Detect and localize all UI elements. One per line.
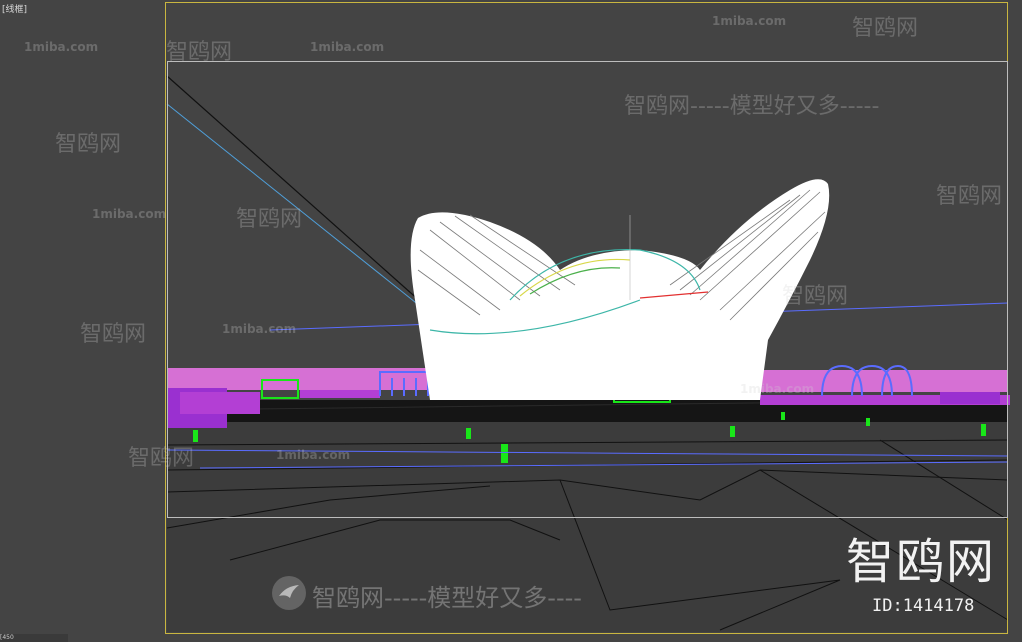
watermark-domain: 1miba.com [740, 382, 815, 396]
watermark-domain: 1miba.com [24, 40, 99, 54]
bird-logo-icon [272, 576, 306, 610]
viewport-shading-label[interactable]: [线框] [2, 4, 27, 16]
watermark-brand: 智鸥网 [782, 284, 849, 309]
watermark-bottom-slogan: 智鸥网-----模型好又多---- [312, 584, 582, 612]
watermark-brand: 智鸥网 [128, 446, 195, 471]
model-id-text: ID:1414178 [872, 596, 975, 616]
watermark-brand: 智鸥网 [166, 40, 233, 65]
watermark-domain: 1miba.com [92, 207, 167, 221]
brand-logo-text: 智鸥网 [846, 534, 997, 590]
watermark-domain: 1miba.com [712, 14, 787, 28]
watermark-brand: 智鸥网 [236, 207, 303, 232]
watermark-brand: 智鸥网 [80, 322, 147, 347]
viewport-area[interactable]: [线框] 1miba.com 智鸥网 1miba.com 1miba.com 智… [0, 0, 1022, 642]
watermark-domain: 1miba.com [276, 448, 351, 462]
watermark-brand: 智鸥网 [852, 16, 919, 41]
watermark-domain: 1miba.com [222, 322, 297, 336]
watermark-domain: 1miba.com [310, 40, 385, 54]
watermark-brand: 智鸥网 [55, 132, 122, 157]
status-readout: [450 [0, 634, 68, 642]
watermark-brand: 智鸥网 [936, 184, 1003, 209]
watermark-slogan: 智鸥网-----模型好又多----- [624, 94, 880, 119]
